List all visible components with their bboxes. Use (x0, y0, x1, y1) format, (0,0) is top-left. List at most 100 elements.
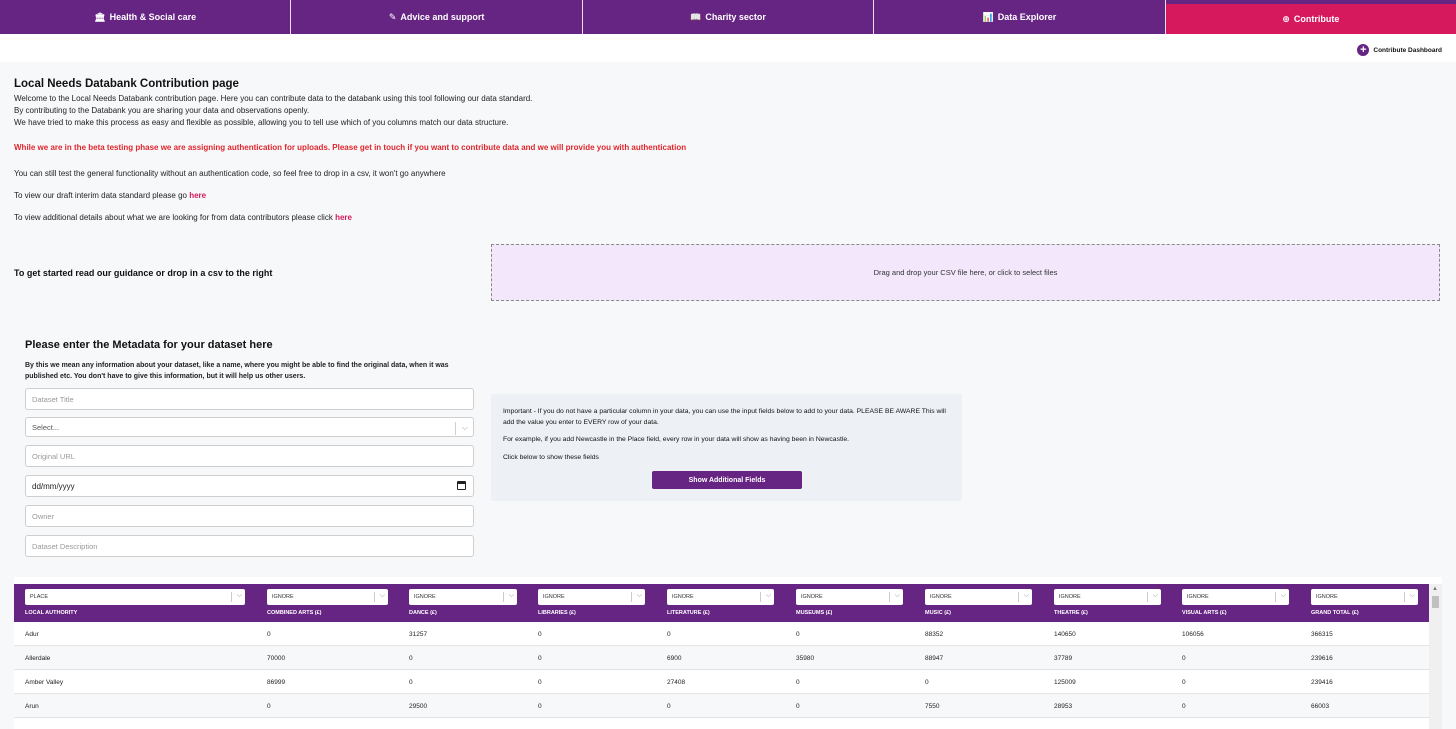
placeholder: Dataset Title (32, 394, 74, 404)
column-mapping-select[interactable]: IGNORE ⌵ (1182, 589, 1289, 605)
plus-circle-icon: + (1357, 44, 1370, 56)
table-cell: 0 (796, 679, 800, 686)
nav-label: Health & Social care (109, 12, 197, 22)
select-value: PLACE (30, 594, 49, 600)
chevron-down-icon: ⌵ (1023, 592, 1029, 599)
table-cell: 28953 (1054, 703, 1073, 710)
divider (1275, 592, 1276, 602)
column-mapping-select[interactable]: IGNORE ⌵ (667, 589, 774, 605)
column-mapping-select[interactable]: IGNORE ⌵ (796, 589, 903, 605)
table-cell: 0 (667, 631, 671, 638)
bandage-icon: ✎ (388, 11, 397, 22)
csv-dropzone[interactable]: Drag and drop your CSV file here, or cli… (491, 244, 1440, 301)
table-cell: 66003 (1311, 703, 1330, 710)
table-body: Adur 0 31257 0 0 0 88352 140650 106056 3… (14, 622, 1429, 729)
nav-label: Advice and support (400, 12, 485, 22)
details-prefix: To view additional details about what we… (14, 213, 336, 222)
table-cell: 366315 (1311, 631, 1333, 638)
table-cell: 86999 (267, 679, 286, 686)
table-row: Arun 0 29500 0 0 0 7550 28953 0 66003 (14, 694, 1429, 718)
table-header: PLACE ⌵ LOCAL AUTHORITY IGNORE ⌵ COMBINED … (14, 584, 1429, 622)
table-scrollbar[interactable]: ▲ (1429, 584, 1442, 729)
table-cell: Amber Valley (25, 679, 64, 686)
column-mapping-select[interactable]: IGNORE ⌵ (409, 589, 517, 605)
nav-health-social-care[interactable]: 🏛 Health & Social care (0, 0, 292, 34)
dataset-description-input[interactable]: Dataset Description (25, 535, 474, 557)
table-cell: 70000 (267, 655, 286, 662)
additional-fields-info: Important - If you do not have a particu… (491, 394, 962, 501)
divider (503, 592, 504, 602)
top-nav: 🏛 Health & Social care ✎ Advice and suppor… (0, 0, 1456, 34)
chevron-down-icon: ⌵ (508, 592, 514, 599)
select-value: IGNORE (1059, 594, 1081, 600)
date-value: dd/mm/yyyy (32, 481, 75, 491)
original-url-input[interactable]: Original URL (25, 445, 474, 467)
nav-charity-sector[interactable]: 📖 Charity sector (583, 0, 875, 34)
table-cell: 125009 (1054, 679, 1076, 686)
column-mapping-select[interactable]: IGNORE ⌵ (925, 589, 1032, 605)
select-value: IGNORE (272, 594, 294, 600)
test-note: You can still test the general functiona… (14, 169, 446, 178)
date-input[interactable]: dd/mm/yyyy (25, 475, 474, 497)
divider (760, 592, 761, 602)
book-icon: 📖 (690, 11, 702, 22)
divider (231, 592, 232, 602)
chevron-down-icon: ⌵ (236, 592, 242, 599)
select-value: IGNORE (543, 594, 565, 600)
placeholder: Dataset Description (32, 541, 98, 551)
standard-prefix: To view our draft interim data standard … (14, 191, 190, 200)
column-header: MUSIC (£) (925, 610, 951, 616)
column-header: THEATRE (£) (1054, 610, 1088, 616)
table-cell: 0 (409, 655, 413, 662)
table-cell: 0 (538, 631, 542, 638)
column-mapping-select[interactable]: IGNORE ⌵ (267, 589, 388, 605)
nav-data-explorer[interactable]: 📊 Data Explorer (874, 0, 1166, 34)
chevron-down-icon: ⌵ (1409, 592, 1415, 599)
dataset-title-input[interactable]: Dataset Title (25, 388, 474, 410)
column-mapping-select[interactable]: PLACE ⌵ (25, 589, 245, 605)
table-cell: 0 (796, 703, 800, 710)
scroll-up-arrow-icon[interactable]: ▲ (1432, 586, 1438, 592)
contributor-details-link[interactable]: here (335, 213, 352, 222)
owner-input[interactable]: Owner (25, 505, 474, 527)
metadata-description: By this we mean any information about yo… (25, 362, 449, 380)
intro-line: We have tried to make this process as ea… (14, 118, 509, 127)
table-cell: 0 (1182, 703, 1186, 710)
select-value: IGNORE (1316, 594, 1338, 600)
nav-label: Contribute (1293, 14, 1340, 24)
table-row: Amber Valley 86999 0 0 27408 0 0 125009 … (14, 670, 1429, 694)
column-mapping-select[interactable]: IGNORE ⌵ (1054, 589, 1161, 605)
chevron-down-icon: ⌵ (636, 592, 642, 599)
table-cell: 29500 (409, 703, 428, 710)
table-cell: 0 (538, 703, 542, 710)
column-header: LOCAL AUTHORITY (25, 610, 78, 616)
table-cell: 88947 (925, 655, 944, 662)
intro-line: Welcome to the Local Needs Databank cont… (14, 94, 533, 103)
divider (1147, 592, 1148, 602)
standard-line: To view our draft interim data standard … (14, 191, 206, 200)
info-text: For example, if you add Newcastle in the… (503, 436, 850, 443)
column-mapping-select[interactable]: IGNORE ⌵ (1311, 589, 1418, 605)
nav-advice-support[interactable]: ✎ Advice and support (291, 0, 583, 34)
table-cell: 0 (667, 703, 671, 710)
nav-contribute[interactable]: ⊕ Contribute (1165, 4, 1456, 34)
divider (1018, 592, 1019, 602)
select-value: IGNORE (801, 594, 823, 600)
table-cell: 0 (1182, 655, 1186, 662)
table-cell: 7550 (925, 703, 940, 710)
table-cell: Allerdale (25, 655, 51, 662)
table-cell: 0 (538, 655, 542, 662)
column-header: LIBRARIES (£) (538, 610, 576, 616)
table-cell: 6900 (667, 655, 682, 662)
column-header: VISUAL ARTS (£) (1182, 610, 1227, 616)
table-cell: 0 (267, 703, 271, 710)
dataset-select[interactable]: Select... ⌵ (25, 417, 474, 437)
calendar-icon[interactable] (457, 481, 466, 490)
chevron-down-icon: ⌵ (894, 592, 900, 599)
data-standard-link[interactable]: here (189, 191, 206, 200)
contribute-dashboard-link[interactable]: + Contribute Dashboard (1357, 44, 1442, 56)
column-mapping-select[interactable]: IGNORE ⌵ (538, 589, 645, 605)
scrollbar-thumb[interactable] (1432, 596, 1439, 608)
table-cell: 106056 (1182, 631, 1204, 638)
show-additional-fields-button[interactable]: Show Additional Fields (652, 471, 802, 489)
